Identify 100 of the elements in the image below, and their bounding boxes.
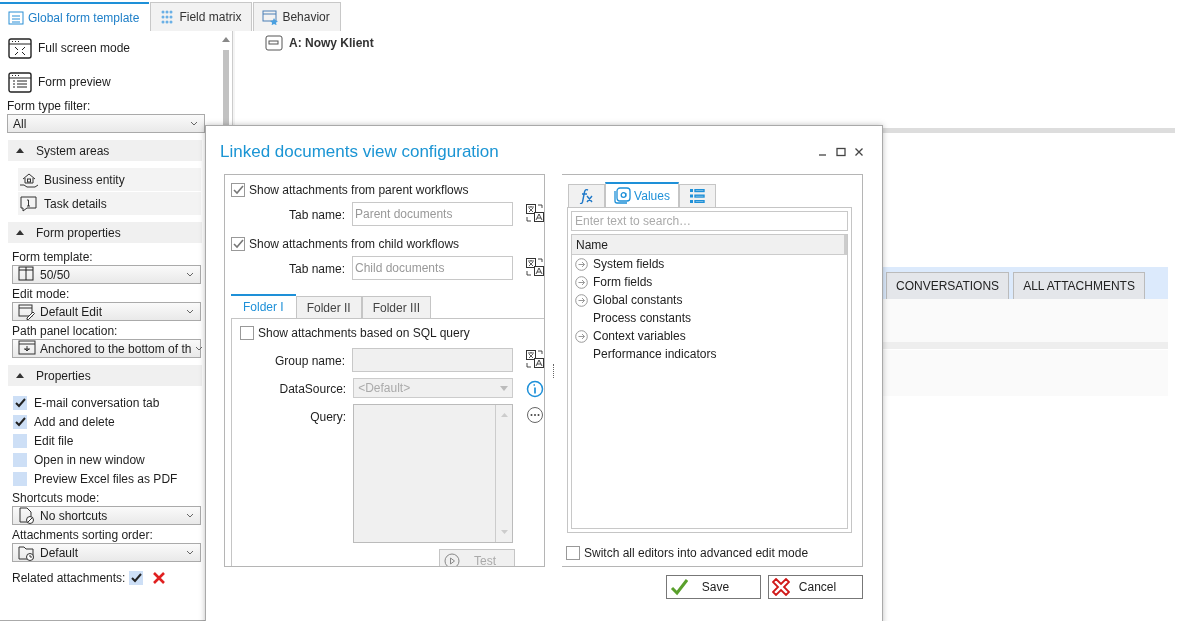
expand-icon[interactable] [575,257,588,271]
translate-icon[interactable] [526,350,544,368]
tree-row[interactable]: Form fields [572,273,847,291]
close-icon[interactable] [854,147,864,157]
text-field[interactable]: Child documents [352,256,513,280]
item-label: Performance indicators [593,346,717,363]
collapse-icon [16,373,24,378]
search-field[interactable]: Enter text to search… [571,211,848,231]
check-icon [231,183,245,196]
cancel-button[interactable]: Cancel [768,575,863,599]
tab[interactable]: ALL ATTACHMENTS [1013,272,1145,299]
dropdown[interactable]: Default Edit [12,302,201,321]
field-label: Group name: [273,353,345,370]
caret-icon [186,549,194,556]
caret-icon [186,271,194,278]
comment-info-icon [19,194,39,213]
tab[interactable]: CONVERSATIONS [886,272,1010,299]
field-label: Form type filter: [6,99,92,114]
field-icon [265,35,283,51]
scroll-up-icon[interactable] [222,37,230,42]
check-icon [670,578,688,596]
edit-window-icon [18,303,36,320]
tab[interactable]: Folder III [361,296,432,318]
form-icon [8,9,24,26]
checkbox[interactable] [566,545,580,560]
checkbox[interactable] [13,452,27,467]
function-icon [578,188,595,204]
action-label[interactable]: Full screen mode [38,39,131,57]
save-button[interactable]: Save [666,575,761,599]
translate-icon[interactable] [526,258,544,276]
info-icon[interactable] [526,380,544,398]
checkbox-label: Show attachments from parent workflows [249,181,469,199]
checkbox[interactable] [13,433,27,448]
check-icon [13,415,27,428]
caret-icon [186,308,194,315]
expand-icon[interactable] [575,293,588,307]
list-icon [690,189,705,203]
checkbox[interactable] [231,236,245,251]
dropdown[interactable]: All [7,114,205,133]
tab[interactable]: Field matrix [150,2,253,31]
dropdown[interactable]: 50/50 [12,265,201,284]
expand-icon[interactable] [575,275,588,289]
caret-icon [186,512,194,519]
tab[interactable] [679,184,716,207]
panel-bottom-icon [18,340,36,357]
action-label[interactable]: Form preview [38,73,111,91]
checkbox[interactable] [13,395,27,410]
checkbox-label: Preview Excel files as PDF [34,470,178,488]
fullscreen-icon[interactable] [8,37,32,59]
tab[interactable]: Folder II [295,296,362,318]
document-blocked-icon [18,507,36,524]
tab[interactable] [568,184,605,207]
more-icon[interactable] [526,406,544,424]
dropdown[interactable]: Default [12,543,201,562]
column-header[interactable]: Name [572,235,847,255]
tree-row[interactable]: Performance indicators [572,345,847,363]
section-header[interactable]: System areas [8,140,202,161]
check-icon [231,237,245,250]
tree-row[interactable]: Context variables [572,327,847,345]
tree-row[interactable]: Process constants [572,309,847,327]
section-header[interactable]: Properties [8,365,202,386]
collapse-icon [16,230,24,235]
expand-icon[interactable] [575,329,588,343]
checkbox-label: E-mail conversation tab [34,394,160,412]
item-label: Context variables [593,328,686,345]
item-label: System fields [593,256,665,273]
checkbox[interactable] [231,182,245,197]
dialog-title: Linked documents view configuration [220,141,500,164]
tree-item[interactable]: A: Nowy Klient [289,34,374,52]
checkbox-label: Show attachments based on SQL query [258,324,470,342]
checkbox-label: Show attachments from child workflows [249,235,460,253]
item-label: Form fields [593,274,653,291]
tab[interactable]: Values [605,182,679,207]
field-label: Form template: [11,250,94,265]
field-label: Query: [309,409,347,426]
tree-row[interactable]: Global constants [572,291,847,309]
caret-icon [195,345,204,352]
item-label: Global constants [593,292,683,309]
tree-row[interactable]: System fields [572,255,847,273]
field-label: Shortcuts mode: [11,491,101,506]
checkbox[interactable] [13,471,27,486]
section-header[interactable]: Form properties [8,222,202,243]
translate-icon[interactable] [526,204,544,222]
checkbox[interactable] [240,325,254,340]
field-label: Related attachments: [12,569,126,587]
checkbox[interactable] [129,570,144,585]
dropdown[interactable]: Anchored to the bottom of th [12,339,201,358]
tab[interactable]: Behavior [253,2,341,31]
play-icon [444,552,460,566]
dropdown[interactable]: No shortcuts [12,506,201,525]
checkbox-label: Edit file [34,432,74,450]
text-field[interactable]: Parent documents [352,202,513,226]
field-label: Path panel location: [11,324,119,339]
checkbox-label: Open in new window [34,451,145,469]
maximize-icon[interactable] [836,147,846,157]
remove-icon[interactable] [152,570,167,585]
folder-clock-icon [18,544,36,561]
form-preview-icon[interactable] [8,71,32,93]
checkbox[interactable] [13,414,27,429]
field-label: Tab name: [287,207,345,224]
